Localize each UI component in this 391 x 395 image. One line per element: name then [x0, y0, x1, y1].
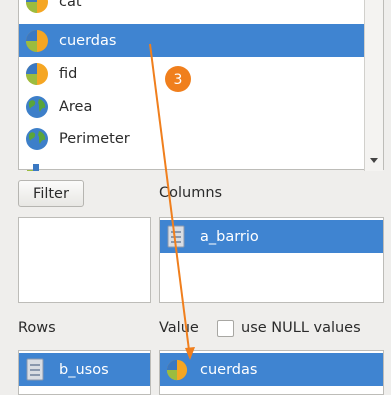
field-label: Area	[59, 98, 93, 115]
row-item-b-usos[interactable]: b_usos	[19, 353, 150, 386]
field-item-fid[interactable]: fid	[19, 57, 366, 90]
field-label: cuerdas	[59, 32, 117, 49]
value-item-cuerdas[interactable]: cuerdas	[160, 353, 383, 386]
filter-button[interactable]: Filter	[18, 180, 84, 207]
use-null-values-checkbox[interactable]	[217, 320, 234, 337]
row-item-label: b_usos	[59, 361, 109, 378]
text-field-icon	[25, 358, 47, 382]
bar-chart-icon	[25, 160, 49, 171]
field-label: cat	[59, 0, 82, 10]
rows-label: Rows	[18, 320, 56, 336]
scroll-down-arrow-icon[interactable]	[370, 158, 378, 163]
use-null-values-label: use NULL values	[241, 320, 361, 336]
globe-icon	[25, 127, 49, 151]
field-list-scrollbar[interactable]	[364, 0, 383, 171]
rows-drop-area[interactable]: b_usos	[18, 350, 151, 395]
field-item-cuerdas[interactable]: cuerdas	[19, 24, 366, 57]
value-drop-area[interactable]: cuerdas	[159, 350, 384, 395]
field-label: fid	[59, 65, 78, 82]
columns-label: Columns	[159, 185, 223, 201]
text-field-icon	[166, 225, 188, 249]
pie-chart-icon	[25, 62, 49, 86]
field-list-panel: cat cuerdas fid Area Perimeter	[18, 0, 384, 171]
column-item-a-barrio[interactable]: a_barrio	[160, 220, 383, 253]
field-list: cat cuerdas fid Area Perimeter	[19, 0, 366, 171]
pie-chart-icon	[166, 358, 188, 382]
column-item-label: a_barrio	[200, 228, 259, 245]
filter-button-label: Filter	[33, 185, 69, 202]
field-item-cat[interactable]: cat	[19, 0, 366, 18]
field-item-area[interactable]: Area	[19, 90, 366, 123]
value-item-label: cuerdas	[200, 361, 258, 378]
columns-drop-area[interactable]: a_barrio	[159, 217, 384, 303]
filter-drop-area[interactable]	[18, 217, 151, 303]
field-label: Perimeter	[59, 130, 130, 147]
value-label: Value	[159, 320, 199, 336]
field-item-perimeter[interactable]: Perimeter	[19, 122, 366, 155]
globe-icon	[25, 95, 49, 119]
pie-chart-icon	[25, 29, 49, 53]
field-item-partial[interactable]	[19, 155, 366, 171]
pie-chart-icon	[25, 0, 49, 14]
